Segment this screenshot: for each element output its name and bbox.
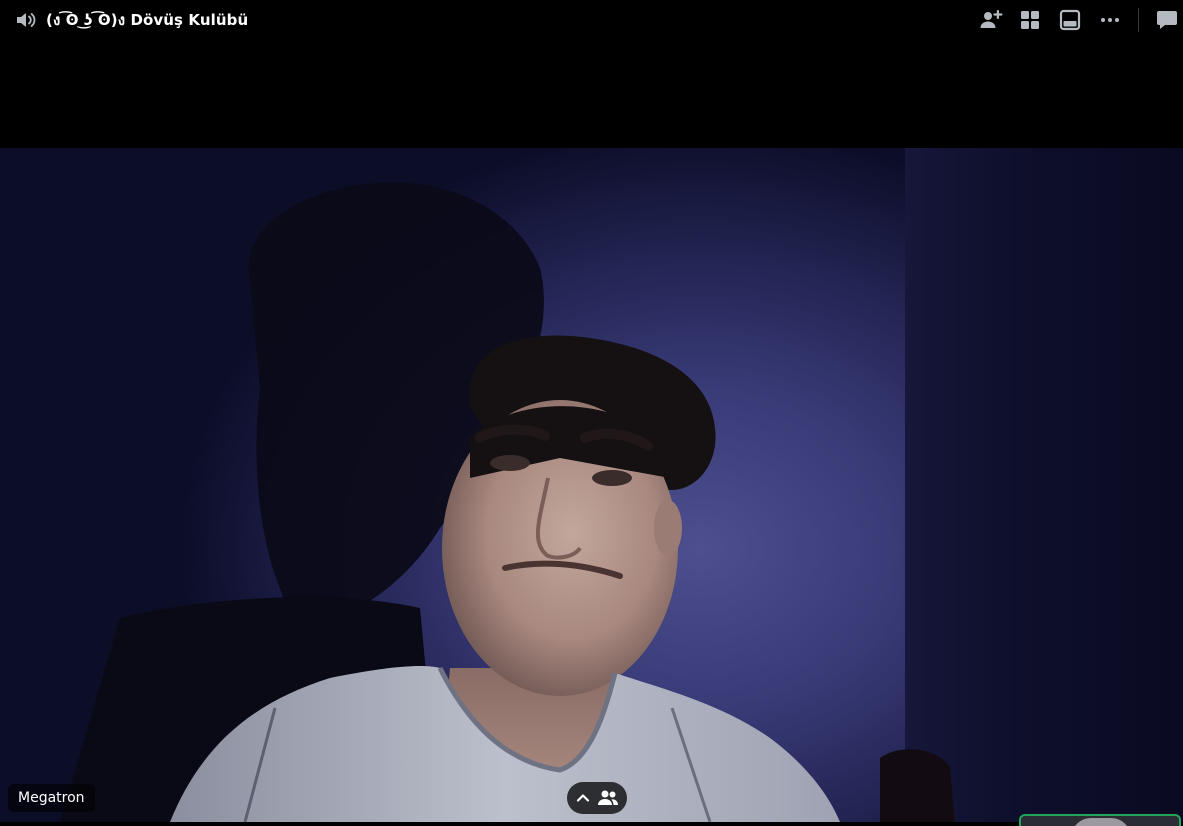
popout-button[interactable]	[1058, 8, 1082, 32]
invite-button[interactable]	[979, 8, 1003, 32]
video-stream[interactable]	[0, 148, 1183, 822]
self-video-tile[interactable]	[1019, 814, 1181, 826]
webcam-person	[60, 182, 955, 822]
grid-layout-icon	[1021, 11, 1039, 29]
voice-channel-header: (ง ͡ʘ ͜ʖ ͡ʘ)ง Dövüş Kulübü	[14, 8, 248, 32]
chat-button[interactable]	[1155, 8, 1179, 32]
call-header: (ง ͡ʘ ͜ʖ ͡ʘ)ง Dövüş Kulübü	[0, 0, 1183, 40]
people-icon	[598, 790, 618, 805]
show-participants-button[interactable]	[567, 782, 627, 814]
grid-layout-button[interactable]	[1018, 8, 1042, 32]
add-friend-icon	[980, 10, 1003, 28]
more-options-button[interactable]	[1098, 8, 1122, 32]
chat-icon	[1157, 11, 1177, 29]
participant-name-tag: Megatron	[8, 784, 95, 812]
participant-strip	[0, 822, 1183, 826]
channel-name: (ง ͡ʘ ͜ʖ ͡ʘ)ง Dövüş Kulübü	[46, 11, 249, 29]
toolbar-divider	[1138, 8, 1139, 32]
voice-call-view: (ง ͡ʘ ͜ʖ ͡ʘ)ง Dövüş Kulübü Megatron	[0, 0, 1183, 826]
more-options-icon	[1101, 18, 1119, 22]
self-video-preview	[1071, 818, 1131, 826]
speaker-icon	[17, 13, 36, 27]
chevron-up-icon	[576, 794, 590, 802]
popout-icon	[1059, 9, 1081, 31]
